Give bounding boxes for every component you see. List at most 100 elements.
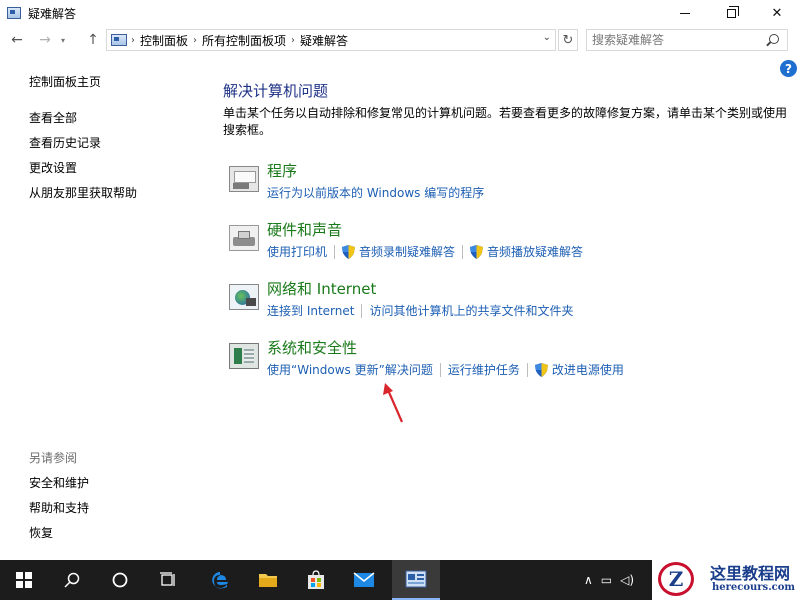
windows-logo-icon [16,572,32,588]
search-box[interactable] [586,29,788,51]
link-divider [526,362,528,377]
link-divider [361,303,363,318]
arrow-right-icon: → [39,32,51,48]
network-internet-icon[interactable] [229,284,259,310]
category-title-network-internet[interactable]: 网络和 Internet [267,278,376,299]
store-icon [308,570,324,589]
programs-icon[interactable] [229,166,259,192]
sidebar-item-get-help-from-friend[interactable]: 从朋友那里获取帮助 [29,184,137,201]
link-improve-power[interactable]: 改进电源使用 [552,361,624,378]
link-shared-folders[interactable]: 访问其他计算机上的共享文件和文件夹 [369,302,573,319]
category-links: 使用“Windows 更新”解决问题 运行维护任务 改进电源使用 [267,361,624,378]
mail-button[interactable] [340,560,388,600]
edge-icon [212,572,228,589]
cortana-button[interactable] [96,560,144,600]
link-windows-update-fix[interactable]: 使用“Windows 更新”解决问题 [267,361,433,378]
task-view-button[interactable] [144,560,192,600]
category-system-security: 系统和安全性 使用“Windows 更新”解决问题 运行维护任务 改进电源使用 [229,339,789,389]
help-icon: ? [785,61,792,76]
link-run-maintenance[interactable]: 运行维护任务 [448,361,520,378]
category-links: 连接到 Internet 访问其他计算机上的共享文件和文件夹 [267,302,573,319]
sidebar-item-view-all[interactable]: 查看全部 [29,109,77,126]
see-also-security-maintenance[interactable]: 安全和维护 [29,474,89,491]
chevron-down-icon[interactable]: ⌄ [543,32,551,43]
system-tray: ∧ ▭ ◁) [584,560,642,600]
category-title-programs[interactable]: 程序 [267,160,297,181]
arrow-up-icon: ↑ [87,32,99,48]
navigation-bar: ← → ▾ ↑ › 控制面板 › 所有控制面板项 › 疑难解答 ⌄ ↻ [0,26,800,54]
chevron-up-icon[interactable]: ∧ [584,573,593,587]
help-button[interactable]: ? [780,60,797,77]
search-input[interactable] [592,31,762,49]
minimize-button[interactable] [662,0,708,26]
minimize-icon [680,12,690,14]
window-title: 疑难解答 [28,6,77,21]
link-use-printer[interactable]: 使用打印机 [267,243,327,260]
breadcrumb-troubleshooting[interactable]: 疑难解答 [300,32,348,49]
link-audio-playback[interactable]: 音频播放疑难解答 [487,243,583,260]
control-panel-icon [405,570,427,588]
page-title: 解决计算机问题 [223,82,329,100]
see-also-heading: 另请参阅 [29,451,78,465]
watermark-badge: Z [658,562,694,596]
breadcrumb-all-items[interactable]: 所有控制面板项 [202,32,286,49]
up-button[interactable]: ↑ [82,26,104,54]
start-button[interactable] [0,560,48,600]
sidebar-item-view-history[interactable]: 查看历史记录 [29,134,101,151]
page-description: 单击某个任务以自动排除和修复常见的计算机问题。若要查看更多的故障修复方案，请单击… [223,106,788,137]
link-divider [439,362,441,377]
watermark-text: 这里教程网 [710,564,791,583]
uac-shield-icon [534,362,548,377]
chevron-right-icon[interactable]: › [131,35,135,46]
volume-icon[interactable]: ◁) [620,573,634,587]
category-title-hardware-sound[interactable]: 硬件和声音 [267,219,342,240]
category-network-internet: 网络和 Internet 连接到 Internet 访问其他计算机上的共享文件和… [229,280,789,330]
category-hardware-sound: 硬件和声音 使用打印机 音频录制疑难解答 音频播放疑难解答 [229,221,789,271]
sidebar-control-panel-home[interactable]: 控制面板主页 [29,73,101,90]
refresh-icon: ↻ [562,32,574,48]
close-icon: ✕ [771,5,783,21]
forward-button[interactable]: → [34,26,56,54]
maximize-button[interactable] [708,0,754,26]
taskbar-search-button[interactable] [48,560,96,600]
network-icon[interactable]: ▭ [601,573,612,587]
see-also-recovery[interactable]: 恢复 [29,524,53,541]
folder-icon [259,574,277,587]
control-panel-icon [111,34,127,46]
recent-locations-button[interactable]: ▾ [56,26,70,54]
control-panel-icon [7,7,21,19]
file-explorer-button[interactable] [244,560,292,600]
mail-icon [353,572,375,587]
task-view-icon [160,572,175,586]
link-audio-recording[interactable]: 音频录制疑难解答 [359,243,455,260]
uac-shield-icon [342,244,356,259]
cortana-icon [112,572,128,588]
category-programs: 程序 运行为以前版本的 Windows 编写的程序 [229,162,789,212]
link-run-legacy-programs[interactable]: 运行为以前版本的 Windows 编写的程序 [267,184,484,201]
arrow-left-icon: ← [11,32,23,48]
category-links: 运行为以前版本的 Windows 编写的程序 [267,184,484,201]
chevron-right-icon[interactable]: › [193,35,197,46]
sidebar-item-change-settings[interactable]: 更改设置 [29,159,77,176]
title-bar: 疑难解答 ✕ [0,0,800,26]
uac-shield-icon [470,244,484,259]
hardware-sound-icon[interactable] [229,225,259,251]
edge-button[interactable] [196,560,244,600]
system-security-icon[interactable] [229,343,259,369]
chevron-right-icon[interactable]: › [291,35,295,46]
search-icon [64,572,80,588]
link-divider [462,244,464,259]
back-button[interactable]: ← [6,26,28,54]
refresh-button[interactable]: ↻ [558,29,578,51]
annotation-arrow-icon [383,383,404,423]
breadcrumb-control-panel[interactable]: 控制面板 [140,32,188,49]
close-button[interactable]: ✕ [754,0,800,26]
control-panel-taskbar-button[interactable] [392,560,440,600]
restore-icon [726,5,739,18]
address-bar[interactable]: › 控制面板 › 所有控制面板项 › 疑难解答 ⌄ [106,29,556,51]
see-also-help-support[interactable]: 帮助和支持 [29,499,89,516]
store-button[interactable] [292,560,340,600]
link-connect-internet[interactable]: 连接到 Internet [267,302,354,319]
category-title-system-security[interactable]: 系统和安全性 [267,337,357,358]
search-icon[interactable] [769,34,779,44]
